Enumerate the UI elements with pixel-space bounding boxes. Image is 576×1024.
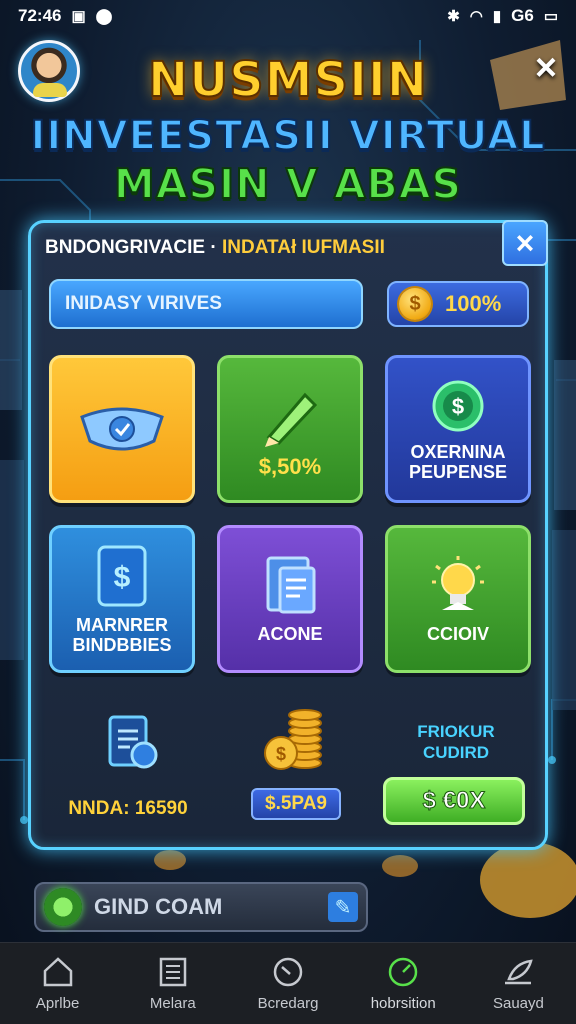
panel-close-button[interactable]: × [502,220,548,266]
nav-item-dashboard[interactable]: Bcredarg [230,943,345,1024]
battery-icon: ▭ [543,8,558,25]
title-line-2: IINVEESTASII VIRTUAL [29,112,546,160]
home-icon [43,957,72,987]
status-bar: 72:46 ▣ ⬤ ✱ ◠ ▮ G6 ▭ [0,0,576,32]
search-text: GIND COAM [94,894,223,919]
nav-label: Sauayd [492,995,544,1012]
tile-pencil[interactable]: $,50% [217,355,363,503]
panel-title-part2: INDATAł IUFMASII [222,237,385,258]
nav-label: Aprlbe [35,995,80,1012]
percent-display[interactable]: $ 100% [387,281,529,327]
list-icon [159,957,187,987]
dial-icon [273,957,303,987]
svg-text:$: $ [452,394,464,419]
tile-pencil-label: $,50% [258,454,322,479]
price-tag[interactable]: $.5PA9 [251,788,341,820]
coin-icon: $ [399,288,431,320]
nav-item-home[interactable]: Aprlbe [0,943,115,1024]
feather-icon [505,959,534,985]
coin-stack-icon: $ [264,709,322,770]
stats-left: NNDA: 16590 [61,711,201,820]
document-icon [266,556,316,614]
svg-text:$: $ [114,561,131,594]
dollar-target-icon: $ [432,380,484,432]
location-icon: ⬤ [95,8,113,25]
main-panel: BNDONGRIVACIE · INDATAł IUFMASII × INIDA… [28,220,548,850]
nav-item-save[interactable]: Sauayd [461,943,576,1024]
tile-idea-label: CCIOIV [426,624,489,644]
tile-idea[interactable]: CCIOIV [385,525,531,673]
bottom-nav: Aprlbe Melara Bcredarg hobrsition Sauayd [0,942,576,1024]
svg-text:$: $ [276,744,286,764]
clock: 72:46 [18,6,62,25]
compass-icon [388,957,418,987]
nav-item-position[interactable]: hobrsition [346,943,461,1024]
tile-expense[interactable]: $ OXERNINA PEUPENSE [385,355,531,503]
investment-name-field[interactable]: INIDASY VIRIVES [49,279,363,329]
title-line-1: NUSMSIIN [147,51,428,109]
stats-right-label: FRIOKUR CUDIRD [417,722,495,762]
panel-title-part1: BNDONGRIVACIE · [45,237,217,258]
tile-badge[interactable] [49,355,195,503]
tile-acone-label: ACONE [257,624,323,644]
lightbulb-icon [432,556,484,610]
stats-left-text: NNDA: 16590 [68,798,188,819]
signal-icon: ▮ [492,8,502,25]
title-line-3: MASIN V ABAS [113,159,463,209]
nav-item-menu[interactable]: Melara [115,943,230,1024]
tile-acone[interactable]: ACONE [217,525,363,673]
badge-icon [80,407,164,451]
gear-icon [44,888,82,926]
image-notification-icon: ▣ [71,8,86,25]
stats-mid: $ $.5PA9 [241,703,351,820]
network-label: G6 [511,6,534,25]
search-bar[interactable]: GIND COAM ✎ [34,882,368,932]
nav-label: hobrsition [370,995,436,1012]
bluetooth-icon: ✱ [447,8,460,25]
nav-label: Bcredarg [257,995,319,1012]
dollar-card-icon: $ [97,545,147,607]
tile-expense-label: OXERNINA PEUPENSE [408,442,508,482]
tile-partner-label: MARNRER BINDBBIES [72,615,172,655]
wifi-icon: ◠ [469,8,483,25]
pencil-icon [265,392,318,447]
panel-title: BNDONGRIVACIE · INDATAł IUFMASII [45,237,385,259]
tile-partner[interactable]: $ MARNRER BINDBBIES [49,525,195,673]
nav-label: Melara [149,995,196,1012]
clipboard-gear-icon [108,715,158,769]
go-button[interactable]: $ €0X [383,777,525,825]
stats-right: FRIOKUR CUDIRD $ €0X [383,721,529,825]
percent-value: 100% [445,291,502,316]
edit-icon[interactable]: ✎ [328,892,358,922]
